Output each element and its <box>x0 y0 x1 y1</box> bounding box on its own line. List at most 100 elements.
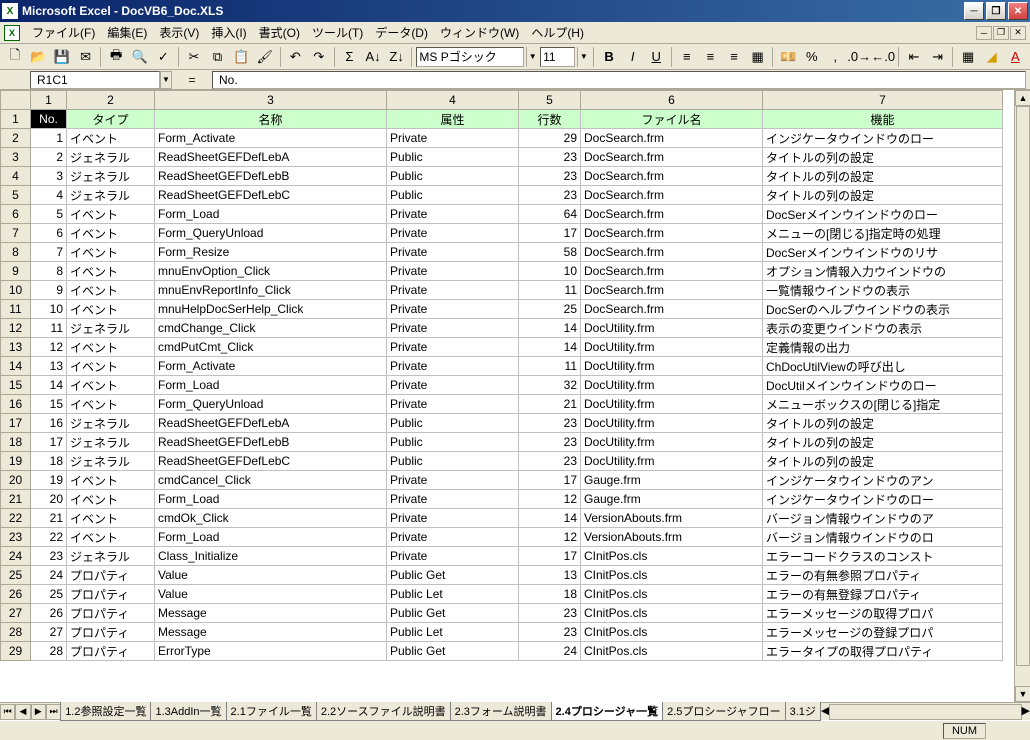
cell[interactable]: イベント <box>67 528 155 547</box>
cell[interactable]: Private <box>387 300 519 319</box>
cell[interactable]: DocUtility.frm <box>581 319 763 338</box>
cell[interactable]: Private <box>387 528 519 547</box>
cell[interactable]: CInitPos.cls <box>581 604 763 623</box>
cell[interactable]: Private <box>387 395 519 414</box>
scroll-right-icon[interactable]: ▶ <box>1022 704 1030 720</box>
cell[interactable]: Private <box>387 490 519 509</box>
cell[interactable]: 27 <box>31 623 67 642</box>
cell[interactable]: Form_QueryUnload <box>155 395 387 414</box>
cell[interactable]: 23 <box>519 623 581 642</box>
sheet-tab[interactable]: 2.1ファイル一覧 <box>226 702 317 721</box>
cell[interactable]: CInitPos.cls <box>581 585 763 604</box>
sort-desc-icon[interactable]: Z↓ <box>386 46 408 68</box>
cell[interactable]: Form_Load <box>155 205 387 224</box>
cell[interactable]: エラーメッセージの取得プロパ <box>763 604 1003 623</box>
row-header[interactable]: 18 <box>1 433 31 452</box>
cell[interactable]: 10 <box>519 262 581 281</box>
cell[interactable]: エラーコードクラスのコンスト <box>763 547 1003 566</box>
cell[interactable]: タイトルの列の設定 <box>763 148 1003 167</box>
horizontal-scrollbar[interactable]: ◀ ▶ <box>821 704 1030 720</box>
cell[interactable]: 24 <box>31 566 67 585</box>
percent-icon[interactable]: % <box>801 46 823 68</box>
cell[interactable]: Public <box>387 414 519 433</box>
cell[interactable]: 4 <box>31 186 67 205</box>
increase-indent-icon[interactable]: ⇥ <box>927 46 949 68</box>
cell[interactable]: Private <box>387 281 519 300</box>
row-header[interactable]: 13 <box>1 338 31 357</box>
cell[interactable]: DocUtility.frm <box>581 376 763 395</box>
cell[interactable]: 23 <box>31 547 67 566</box>
bold-icon[interactable]: B <box>598 46 620 68</box>
decrease-indent-icon[interactable]: ⇤ <box>903 46 925 68</box>
menu-item[interactable]: ツール(T) <box>306 24 369 42</box>
cell[interactable]: ReadSheetGEFDefLebA <box>155 414 387 433</box>
cell[interactable]: ジェネラル <box>67 433 155 452</box>
copy-icon[interactable]: ⧉ <box>207 46 229 68</box>
tab-nav-first-icon[interactable]: ⏮ <box>0 704 15 720</box>
cell[interactable]: VersionAbouts.frm <box>581 509 763 528</box>
cell[interactable]: タイトルの列の設定 <box>763 452 1003 471</box>
cell[interactable]: Private <box>387 376 519 395</box>
cell[interactable]: cmdOk_Click <box>155 509 387 528</box>
cell[interactable]: ReadSheetGEFDefLebB <box>155 433 387 452</box>
cell[interactable]: 定義情報の出力 <box>763 338 1003 357</box>
column-header[interactable]: 4 <box>387 91 519 110</box>
cell[interactable]: 22 <box>31 528 67 547</box>
cell[interactable]: タイトルの列の設定 <box>763 433 1003 452</box>
row-header[interactable]: 4 <box>1 167 31 186</box>
mdi-minimize-button[interactable]: ─ <box>976 26 992 40</box>
sheet-tab[interactable]: 2.3フォーム説明書 <box>450 702 552 721</box>
cell[interactable]: Value <box>155 566 387 585</box>
cell[interactable]: 21 <box>31 509 67 528</box>
format-painter-icon[interactable]: 🖌 <box>254 46 276 68</box>
select-all-corner[interactable] <box>1 91 31 110</box>
row-header[interactable]: 26 <box>1 585 31 604</box>
scroll-left-icon[interactable]: ◀ <box>821 704 829 720</box>
column-header[interactable]: 1 <box>31 91 67 110</box>
sheet-tab[interactable]: 1.3AddIn一覧 <box>150 702 226 721</box>
cell[interactable]: Public <box>387 148 519 167</box>
cell[interactable]: Private <box>387 547 519 566</box>
cell[interactable]: エラーの有無登録プロパティ <box>763 585 1003 604</box>
hscroll-thumb[interactable] <box>829 704 1021 720</box>
maximize-button[interactable]: ❐ <box>986 2 1006 20</box>
cell[interactable]: Private <box>387 357 519 376</box>
cell[interactable]: バージョン情報ウインドウのア <box>763 509 1003 528</box>
cell[interactable]: インジケータウインドウのロー <box>763 490 1003 509</box>
row-header[interactable]: 1 <box>1 110 31 129</box>
table-header-cell[interactable]: タイプ <box>67 110 155 129</box>
cell[interactable]: ジェネラル <box>67 319 155 338</box>
align-left-icon[interactable]: ≡ <box>676 46 698 68</box>
column-header[interactable]: 5 <box>519 91 581 110</box>
cell[interactable]: イベント <box>67 300 155 319</box>
cell[interactable]: Public <box>387 167 519 186</box>
cell[interactable]: DocSerメインウインドウのロー <box>763 205 1003 224</box>
close-button[interactable]: ✕ <box>1008 2 1028 20</box>
borders-icon[interactable]: ▦ <box>957 46 979 68</box>
cell[interactable]: Gauge.frm <box>581 490 763 509</box>
cell[interactable]: 11 <box>31 319 67 338</box>
cell[interactable]: タイトルの列の設定 <box>763 186 1003 205</box>
autosum-icon[interactable]: Σ <box>339 46 361 68</box>
cell[interactable]: 23 <box>519 414 581 433</box>
row-header[interactable]: 8 <box>1 243 31 262</box>
cell[interactable]: DocUtility.frm <box>581 452 763 471</box>
cell[interactable]: Private <box>387 319 519 338</box>
row-header[interactable]: 21 <box>1 490 31 509</box>
cell[interactable]: Private <box>387 243 519 262</box>
cell[interactable]: mnuHelpDocSerHelp_Click <box>155 300 387 319</box>
font-select[interactable]: MS Pゴシック <box>416 47 524 67</box>
cell[interactable]: DocSearch.frm <box>581 205 763 224</box>
cell[interactable]: 23 <box>519 148 581 167</box>
formula-bar[interactable]: No. <box>212 71 1026 89</box>
cell[interactable]: 7 <box>31 243 67 262</box>
name-box-dropdown-icon[interactable]: ▼ <box>160 71 172 89</box>
cell[interactable]: Private <box>387 471 519 490</box>
cell[interactable]: 64 <box>519 205 581 224</box>
cell[interactable]: イベント <box>67 243 155 262</box>
cell[interactable]: 3 <box>31 167 67 186</box>
cell[interactable]: DocUtility.frm <box>581 357 763 376</box>
sheet-tab[interactable]: 1.2参照設定一覧 <box>60 702 151 721</box>
fill-color-icon[interactable]: ◢ <box>981 46 1003 68</box>
row-header[interactable]: 22 <box>1 509 31 528</box>
